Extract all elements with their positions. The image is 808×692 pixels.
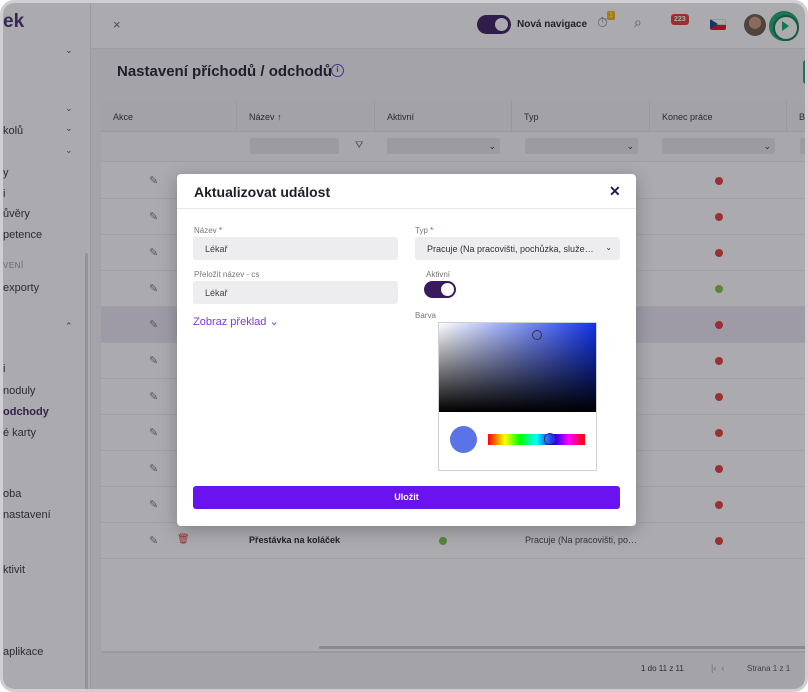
color-swatch (450, 426, 477, 453)
chevron-down-icon: ⌄ (269, 316, 279, 328)
hue-slider[interactable] (488, 434, 585, 445)
show-translation-link[interactable]: Zobraz překlad ⌄ (193, 315, 279, 328)
chevron-down-icon: ⌄ (605, 243, 612, 252)
app-window: ek ⌄ ⌄ kolů ⌄ ⌄ y i ůvěry petence VENÍ e… (0, 0, 808, 692)
translate-field[interactable]: Lékař (193, 281, 398, 304)
active-toggle[interactable] (424, 281, 456, 298)
close-icon[interactable]: ✕ (609, 183, 621, 200)
name-label: Název * (194, 226, 223, 235)
translate-label: Přeložit název - cs (194, 270, 260, 279)
type-label: Typ * (415, 226, 434, 235)
play-icon (782, 21, 789, 31)
saturation-cursor[interactable] (532, 330, 542, 340)
color-label: Barva (415, 311, 436, 320)
update-event-dialog: Aktualizovat událost ✕ Název * Lékař Typ… (177, 174, 636, 526)
type-select[interactable]: Pracuje (Na pracovišti, pochůzka, služe…… (415, 237, 620, 260)
name-field[interactable]: Lékař (193, 237, 398, 260)
save-button[interactable]: Uložit (193, 486, 620, 509)
saturation-value-area[interactable] (439, 323, 596, 412)
dialog-divider (177, 208, 636, 209)
active-label: Aktivní (426, 270, 451, 279)
hue-slider-handle[interactable] (544, 433, 556, 445)
dialog-title: Aktualizovat událost (194, 184, 331, 200)
color-picker[interactable] (438, 322, 597, 471)
